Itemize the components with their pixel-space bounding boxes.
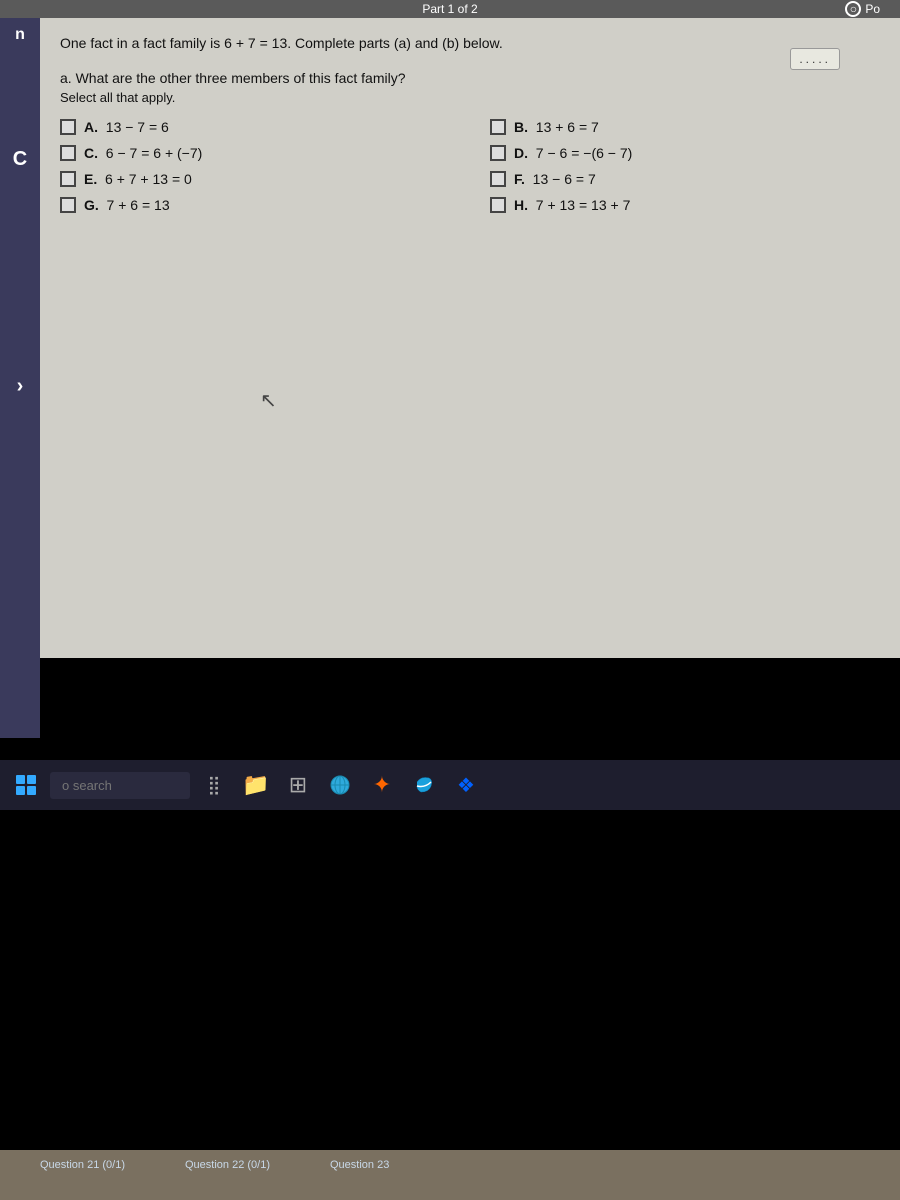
top-bar: Part 1 of 2 ○ Po	[0, 0, 900, 18]
select-all-label: Select all that apply.	[60, 90, 880, 105]
black-area	[0, 760, 900, 1150]
checkbox-e[interactable]	[60, 171, 76, 187]
sidebar-n: n	[15, 26, 25, 44]
taskbar-icon-dropbox[interactable]: ❖	[448, 767, 484, 803]
checkbox-c[interactable]	[60, 145, 76, 161]
choices-grid: A. 13 − 7 = 6 B. 13 + 6 = 7 C. 6 − 7 = 6…	[60, 119, 880, 213]
choice-d-label: D. 7 − 6 = −(6 − 7)	[514, 145, 632, 161]
choice-h-label: H. 7 + 13 = 13 + 7	[514, 197, 630, 213]
taskbar-icon-edge[interactable]	[406, 767, 442, 803]
taskbar-icon-folder[interactable]: 📁	[238, 767, 274, 803]
choice-a-label: A. 13 − 7 = 6	[84, 119, 169, 135]
checkbox-h[interactable]	[490, 197, 506, 213]
choice-a[interactable]: A. 13 − 7 = 6	[60, 119, 450, 135]
question-area: ..... One fact in a fact family is 6 + 7…	[40, 18, 900, 658]
choice-g[interactable]: G. 7 + 6 = 13	[60, 197, 450, 213]
checkbox-b[interactable]	[490, 119, 506, 135]
checkbox-f[interactable]	[490, 171, 506, 187]
taskbar: ⣿ 📁 ⊞ ✦ ❖	[0, 760, 900, 810]
checkbox-d[interactable]	[490, 145, 506, 161]
taskbar-icon-globe[interactable]	[322, 767, 358, 803]
dots-button[interactable]: .....	[790, 48, 840, 70]
choice-e-label: E. 6 + 7 + 13 = 0	[84, 171, 192, 187]
part-indicator: Part 1 of 2	[422, 2, 477, 16]
choice-f[interactable]: F. 13 − 6 = 7	[490, 171, 880, 187]
choice-f-label: F. 13 − 6 = 7	[514, 171, 596, 187]
question-nav-23[interactable]: Question 23	[300, 1159, 419, 1171]
checkbox-g[interactable]	[60, 197, 76, 213]
taskbar-icon-grid[interactable]: ⣿	[196, 767, 232, 803]
choice-b[interactable]: B. 13 + 6 = 7	[490, 119, 880, 135]
taskbar-icon-star[interactable]: ✦	[364, 767, 400, 803]
question-instruction: One fact in a fact family is 6 + 7 = 13.…	[60, 34, 880, 54]
part-a-label: a. What are the other three members of t…	[60, 70, 880, 86]
question-nav-22[interactable]: Question 22 (0/1)	[155, 1159, 300, 1171]
choice-h[interactable]: H. 7 + 13 = 13 + 7	[490, 197, 880, 213]
po-indicator: ○ Po	[845, 1, 880, 17]
sidebar-c: C	[13, 148, 27, 171]
choice-c-label: C. 6 − 7 = 6 + (−7)	[84, 145, 202, 161]
choice-g-label: G. 7 + 6 = 13	[84, 197, 170, 213]
choice-c[interactable]: C. 6 − 7 = 6 + (−7)	[60, 145, 450, 161]
taskbar-search[interactable]	[50, 772, 190, 799]
checkbox-a[interactable]	[60, 119, 76, 135]
question-nav-21[interactable]: Question 21 (0/1)	[10, 1159, 155, 1171]
left-sidebar: n C ›	[0, 18, 40, 738]
circle-icon: ○	[845, 1, 861, 17]
windows-button[interactable]	[8, 767, 44, 803]
taskbar-icon-grid2[interactable]: ⊞	[280, 767, 316, 803]
choice-e[interactable]: E. 6 + 7 + 13 = 0	[60, 171, 450, 187]
sidebar-arrow[interactable]: ›	[17, 375, 24, 398]
cursor-icon: ↖	[260, 388, 277, 413]
choice-b-label: B. 13 + 6 = 7	[514, 119, 599, 135]
choice-d[interactable]: D. 7 − 6 = −(6 − 7)	[490, 145, 880, 161]
